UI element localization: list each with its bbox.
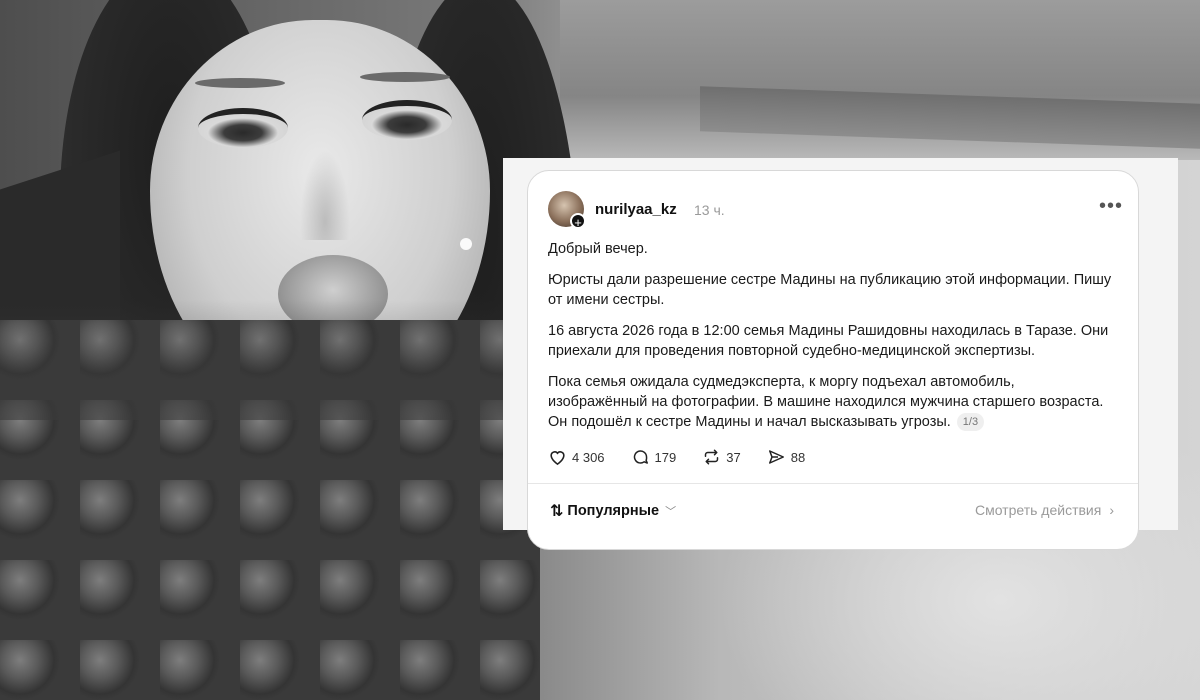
earring (460, 238, 472, 250)
comment-count: 179 (654, 449, 677, 465)
sort-arrows-icon: ⇅ (550, 503, 564, 520)
username[interactable]: nurilyaa_kz (595, 201, 677, 218)
post-time: 13 ч. (694, 202, 725, 218)
post-text: Добрый вечер. Юристы дали разрешение сес… (548, 239, 1118, 443)
view-activity-link[interactable]: Смотреть действия › (975, 502, 1114, 518)
eye-right (362, 100, 452, 140)
more-horizontal-icon[interactable]: ••• (1099, 195, 1123, 218)
post-actions: 4 306 179 37 88 (548, 445, 831, 469)
share-button[interactable]: 88 (767, 448, 805, 466)
post-header: + nurilyaa_kz 13 ч. ••• (548, 191, 1123, 231)
post-paragraph-text: Пока семья ожидала судмедэксперта, к мор… (548, 374, 1104, 430)
sort-dropdown[interactable]: ⇅ Популярные ﹀ (550, 501, 676, 521)
post-paragraph: Пока семья ожидала судмедэксперта, к мор… (548, 372, 1118, 432)
eye-left (198, 108, 288, 148)
post-paragraph: Добрый вечер. (548, 241, 648, 257)
post-paragraph: 16 августа 2026 года в 12:00 семья Мадин… (548, 323, 1109, 359)
view-activity-label: Смотреть действия (974, 502, 1102, 518)
divider (528, 483, 1138, 484)
like-count: 4 306 (572, 449, 605, 465)
comment-button[interactable]: 179 (631, 448, 677, 466)
chevron-down-icon: ﹀ (665, 506, 677, 518)
sort-label: Популярные (567, 503, 660, 519)
like-button[interactable]: 4 306 (548, 448, 605, 466)
repost-icon (705, 449, 719, 465)
eyebrow-left (195, 78, 285, 88)
post-card: + nurilyaa_kz 13 ч. ••• Добрый вечер. Юр… (527, 170, 1139, 550)
post-paragraph: Юристы дали разрешение сестре Мадины на … (548, 272, 1112, 308)
chevron-right-icon: › (1109, 502, 1114, 518)
follow-plus-icon[interactable]: + (570, 213, 586, 230)
comment-icon (633, 450, 648, 464)
nose (300, 150, 350, 240)
share-count: 88 (790, 449, 806, 465)
carousel-page-indicator: 1/3 (956, 413, 985, 431)
send-icon (768, 450, 784, 464)
roses-shade (0, 300, 560, 420)
repost-button[interactable]: 37 (702, 448, 741, 466)
heart-icon (550, 451, 565, 466)
post-screenshot: + nurilyaa_kz 13 ч. ••• Добрый вечер. Юр… (503, 158, 1178, 550)
eyebrow-right (360, 72, 450, 82)
repost-count: 37 (726, 449, 741, 465)
